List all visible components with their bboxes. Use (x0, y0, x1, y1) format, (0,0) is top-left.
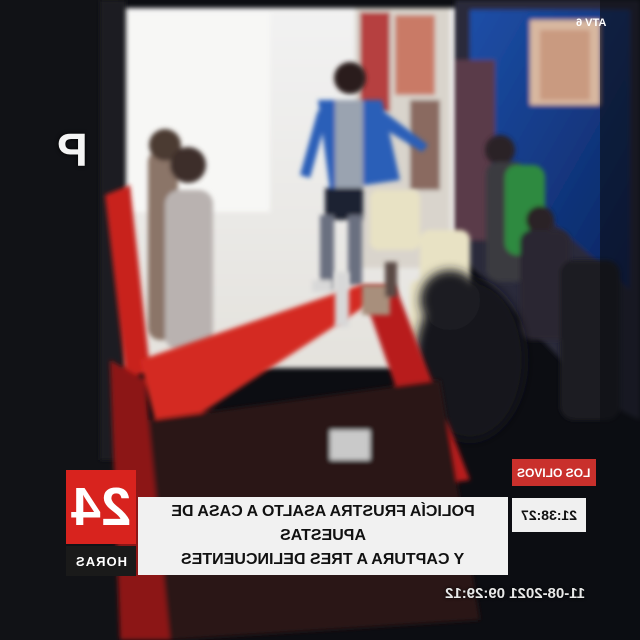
logo-subtitle: HORAS (66, 546, 136, 576)
broadcast-time: 21:38:27 (512, 498, 586, 532)
broadcast-time-text: 21:38:27 (520, 507, 578, 523)
headline-line-1: POLICÍA FRUSTRA ASALTO A CASA DE APUESTA… (171, 503, 475, 544)
watermark-logo: P (50, 120, 94, 180)
watermark-text: P (56, 124, 88, 176)
location-label: LOS OLIVOS (512, 459, 596, 486)
channel-text: ATV 6 (575, 17, 607, 29)
cctv-timestamp: 11-08-2021 09:29:12 (408, 580, 622, 606)
logo-number-text: 24 (70, 477, 132, 537)
channel-logo: ATV 6 (556, 8, 626, 38)
headline-banner: POLICÍA FRUSTRA ASALTO A CASA DE APUESTA… (138, 497, 508, 575)
news-logo: 24 HORAS (66, 470, 136, 576)
logo-subtitle-text: HORAS (75, 553, 127, 569)
logo-number: 24 (66, 470, 136, 544)
headline-line-2: Y CAPTURA A TRES DELINCUENTES (181, 551, 465, 568)
location-label-text: LOS OLIVOS (517, 465, 591, 480)
cctv-timestamp-text: 11-08-2021 09:29:12 (444, 584, 586, 602)
